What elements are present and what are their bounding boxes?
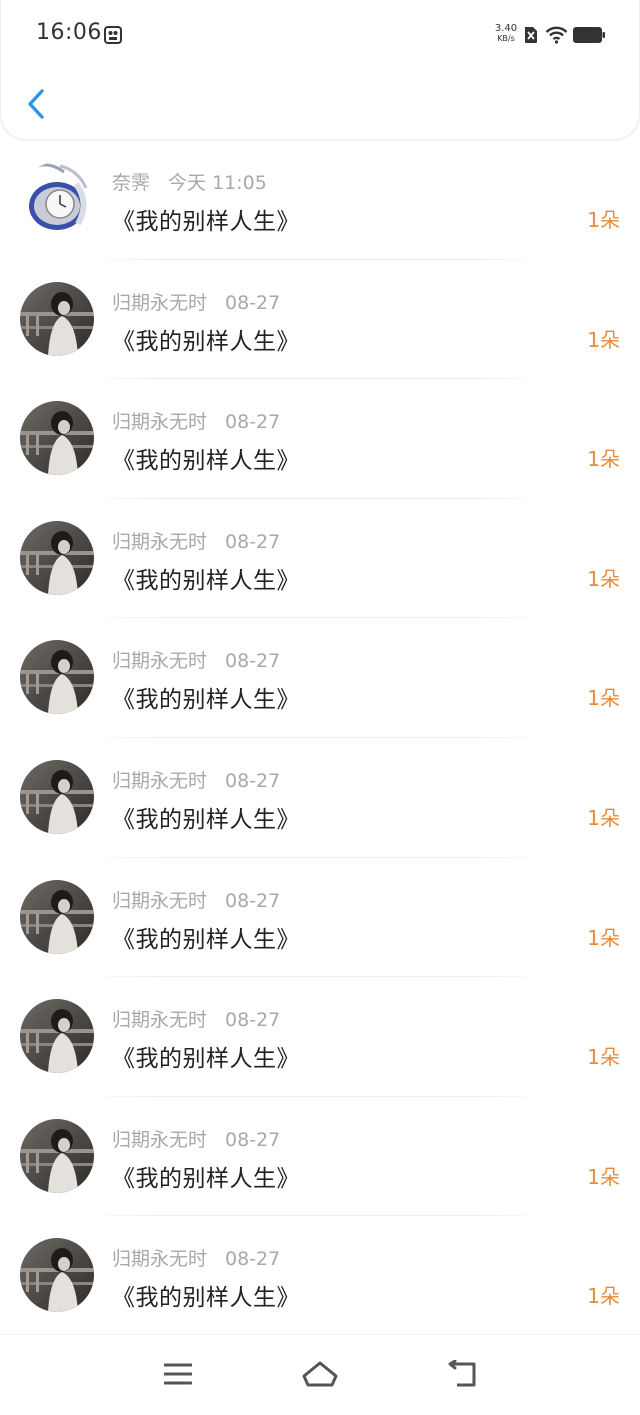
home-icon [302,1361,338,1387]
list-item[interactable]: 归期永无时 08-27 《我的别样人生》 1朵 [0,618,640,738]
flower-count: 1朵 [587,1164,620,1189]
sender-name[interactable]: 归期永无时 [112,886,207,913]
avatar[interactable] [20,999,94,1074]
book-title[interactable]: 《我的别样人生》 [112,680,300,714]
book-title[interactable]: 《我的别样人生》 [112,1039,300,1073]
list-item[interactable]: 归期永无时 08-27 《我的别样人生》 1朵 [0,858,640,978]
item-meta: 归期永无时 08-27 [112,1005,280,1031]
sent-time: 08-27 [225,1248,281,1271]
system-nav-bar [0,1334,640,1415]
book-title[interactable]: 《我的别样人生》 [112,800,300,834]
flower-count: 1朵 [587,925,620,950]
flower-count: 1朵 [587,805,620,830]
list-item[interactable]: 归期永无时 08-27 《我的别样人生》 1朵 [0,1097,640,1217]
sender-name[interactable]: 归期永无时 [112,1244,207,1271]
flower-count: 1朵 [587,1045,620,1070]
sent-time: 08-27 [225,889,281,912]
item-meta: 归期永无时 08-27 [112,886,280,912]
list-item[interactable]: 归期永无时 08-27 《我的别样人生》 1朵 [0,379,640,499]
list-item[interactable]: 归期永无时 08-27 《我的别样人生》 1朵 [0,260,640,380]
screen: 16:06 3.40 KB/s 奈霁 今天 11:05 《我的别样人生》 1朵 … [0,0,640,1415]
screen-record-icon [104,26,122,44]
flower-count: 1朵 [587,566,620,591]
book-title[interactable]: 《我的别样人生》 [112,441,300,475]
book-title[interactable]: 《我的别样人生》 [112,561,300,595]
flower-count: 1朵 [587,447,620,472]
avatar[interactable] [20,401,94,476]
item-meta: 归期永无时 08-27 [112,407,280,433]
sender-name[interactable]: 归期永无时 [112,1125,207,1152]
sim-x-icon [525,27,537,43]
item-meta: 归期永无时 08-27 [112,527,280,553]
sender-name[interactable]: 归期永无时 [112,527,207,554]
system-back-button[interactable] [440,1357,484,1391]
sender-name[interactable]: 归期永无时 [112,766,207,793]
avatar[interactable] [20,1238,94,1313]
book-title[interactable]: 《我的别样人生》 [112,202,300,236]
flower-count: 1朵 [587,1284,620,1309]
flower-count: 1朵 [587,208,620,232]
sent-time: 今天 11:05 [168,172,267,194]
home-button[interactable] [298,1357,342,1391]
list-item[interactable]: 归期永无时 08-27 《我的别样人生》 1朵 [0,977,640,1097]
sent-time: 08-27 [225,530,281,553]
sent-time: 08-27 [225,769,281,792]
avatar[interactable] [20,520,94,595]
book-title[interactable]: 《我的别样人生》 [112,1159,300,1193]
sender-name[interactable]: 归期永无时 [112,407,207,434]
list-item[interactable]: 归期永无时 08-27 《我的别样人生》 1朵 [0,1216,640,1336]
sent-time: 08-27 [225,1128,281,1151]
gift-record-list: 奈霁 今天 11:05 《我的别样人生》 1朵 归期永无时 08-27 《我的别… [0,140,640,1336]
sent-time: 08-27 [225,1009,281,1032]
sender-name[interactable]: 归期永无时 [112,646,207,673]
status-time: 16:06 [36,20,102,45]
sender-name[interactable]: 归期永无时 [112,288,207,315]
avatar[interactable] [20,1118,94,1193]
battery-icon [573,27,605,43]
list-item[interactable]: 归期永无时 08-27 《我的别样人生》 1朵 [0,738,640,858]
back-button[interactable] [19,84,53,124]
sent-time: 08-27 [225,291,281,314]
menu-button[interactable] [156,1357,200,1391]
wifi-icon [545,26,568,44]
flower-count: 1朵 [587,686,620,711]
list-item[interactable]: 奈霁 今天 11:05 《我的别样人生》 1朵 [0,140,640,260]
sender-name[interactable]: 归期永无时 [112,1005,207,1032]
avatar[interactable] [20,162,94,236]
flower-count: 1朵 [587,327,620,352]
item-meta: 归期永无时 08-27 [112,1125,280,1151]
avatar[interactable] [20,640,94,715]
book-title[interactable]: 《我的别样人生》 [112,920,300,954]
item-meta: 归期永无时 08-27 [112,646,280,672]
net-speed-unit: KB/s [497,34,515,43]
avatar[interactable] [20,879,94,954]
back-icon [448,1360,476,1387]
menu-icon [164,1363,192,1385]
header: 16:06 3.40 KB/s [0,0,640,140]
sent-time: 08-27 [225,411,281,434]
net-speed: 3.40 KB/s [493,24,519,44]
item-meta: 归期永无时 08-27 [112,288,280,314]
list-item[interactable]: 归期永无时 08-27 《我的别样人生》 1朵 [0,499,640,619]
avatar[interactable] [20,281,94,356]
book-title[interactable]: 《我的别样人生》 [112,322,300,356]
chevron-left-icon [28,89,44,119]
item-meta: 归期永无时 08-27 [112,766,280,792]
avatar[interactable] [20,759,94,834]
item-meta: 奈霁 今天 11:05 [112,168,267,194]
item-meta: 归期永无时 08-27 [112,1244,280,1270]
sender-name[interactable]: 奈霁 [112,168,150,195]
sent-time: 08-27 [225,650,281,673]
book-title[interactable]: 《我的别样人生》 [112,1278,300,1312]
net-speed-value: 3.40 [494,23,518,34]
